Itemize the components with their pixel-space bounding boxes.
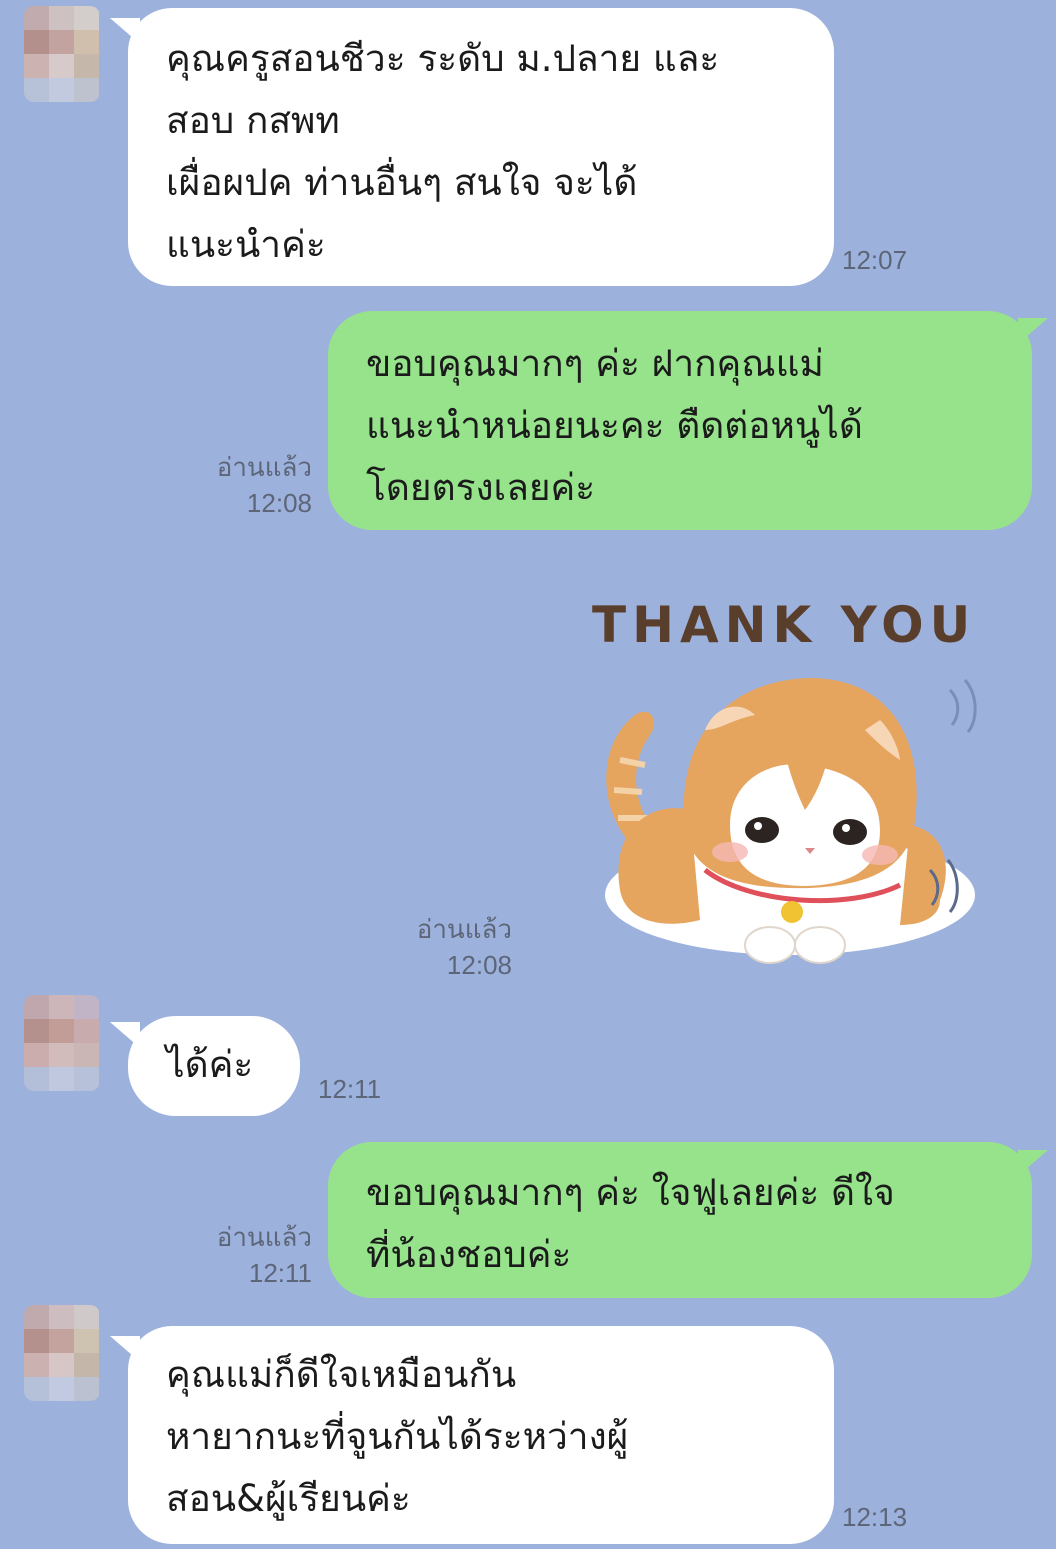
cat-sticker[interactable] xyxy=(580,660,1000,970)
message-time: 12:11 xyxy=(248,1258,312,1288)
message-time: 12:07 xyxy=(842,245,908,275)
incoming-message[interactable]: ได้ค่ะ xyxy=(128,1016,300,1116)
message-time: 12:13 xyxy=(842,1502,908,1532)
bubble-tail xyxy=(1018,318,1048,344)
incoming-message[interactable]: คุณครูสอนชีวะ ระดับ ม.ปลาย และ สอบ กสพท … xyxy=(128,8,834,286)
read-receipt: อ่านแล้ว xyxy=(216,1222,312,1252)
avatar[interactable] xyxy=(24,6,100,102)
avatar[interactable] xyxy=(24,1305,100,1401)
message-time: 12:08 xyxy=(446,950,512,980)
sticker-caption: THANK YOU xyxy=(592,596,977,654)
read-receipt: อ่านแล้ว xyxy=(216,452,312,482)
incoming-message[interactable]: คุณแม่ก็ดีใจเหมือนกัน หายากนะที่จูนกันได… xyxy=(128,1326,834,1544)
outgoing-message[interactable]: ขอบคุณมากๆ ค่ะ ใจฟูเลยค่ะ ดีใจ ที่น้องชอ… xyxy=(328,1142,1032,1298)
avatar[interactable] xyxy=(24,995,100,1091)
read-receipt: อ่านแล้ว xyxy=(416,914,512,944)
message-time: 12:11 xyxy=(318,1074,382,1104)
outgoing-message[interactable]: ขอบคุณมากๆ ค่ะ ฝากคุณแม่ แนะนำหน่อยนะคะ … xyxy=(328,311,1032,530)
message-time: 12:08 xyxy=(246,488,312,518)
chat-thread: คุณครูสอนชีวะ ระดับ ม.ปลาย และ สอบ กสพท … xyxy=(0,0,1056,1549)
bubble-tail xyxy=(1018,1150,1048,1176)
